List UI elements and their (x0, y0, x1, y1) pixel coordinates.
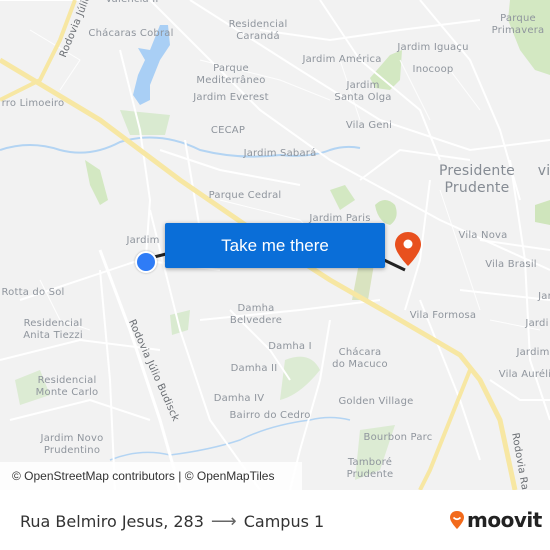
place-label: rro Limoeiro (1, 98, 65, 109)
place-label: Chácara do Macuco (332, 347, 388, 370)
highway (0, 57, 518, 490)
place-label: CECAP (210, 125, 246, 136)
park-area (120, 110, 170, 135)
map-attribution[interactable]: © OpenStreetMap contributors | © OpenMap… (0, 462, 302, 490)
origin-marker[interactable] (135, 251, 157, 273)
place-label: Jar (538, 291, 550, 302)
place-label: Damha II (230, 363, 278, 374)
moovit-logo[interactable]: moovit (449, 508, 542, 532)
place-label: vi (537, 163, 550, 179)
place-label: Jardi (525, 318, 549, 329)
moovit-pin-icon (450, 511, 464, 529)
take-me-there-button[interactable]: Take me there (165, 223, 385, 268)
park-area (535, 200, 550, 225)
place-label: Tamboré Prudente (346, 457, 394, 480)
arrow-right-icon: ⟶ (210, 511, 237, 532)
place-label: Vila Geni (345, 120, 393, 131)
place-label: Chácaras Cobral (88, 28, 174, 39)
place-label: Vila Brasil (485, 259, 537, 270)
destination-name: Campus 1 (243, 512, 325, 531)
place-label: Bairro do Cedro (229, 410, 311, 421)
place-label: Vila Auréli (498, 369, 550, 380)
place-label: Jardim Iguaçu (397, 42, 469, 53)
place-label: Damha I (268, 341, 312, 352)
park-area (330, 185, 355, 210)
place-label: Jardim Sabará (243, 148, 317, 159)
origin-name: Rua Belmiro Jesus, 283 (20, 512, 204, 531)
highway (418, 369, 472, 490)
place-label: Parque Cedral (208, 190, 282, 201)
place-label: Jardim Novo Prudentino (40, 433, 104, 456)
city-label: Presidente Prudente (439, 163, 515, 196)
place-label: Parque Primavera (491, 13, 545, 36)
park-area (85, 160, 108, 205)
place-label: Jardim América (302, 54, 382, 65)
place-label: Inocoop (412, 64, 454, 75)
park-area (375, 200, 397, 225)
place-label: Residencial Carandá (228, 19, 288, 42)
place-label: Residencial Monte Carlo (35, 375, 99, 398)
attribution-text[interactable]: © OpenStreetMap contributors | © OpenMap… (12, 469, 274, 483)
place-label: Valência II (105, 0, 158, 6)
place-label: Vila Formosa (409, 310, 477, 321)
place-label: Damha IV (213, 393, 265, 404)
place-label: Damha Belvedere (229, 303, 283, 326)
park-area (280, 356, 320, 400)
place-label: Bourbon Parc (363, 432, 433, 443)
place-label: Jardim Santa Olga (334, 80, 392, 103)
park-area (508, 0, 550, 75)
brand-name: moovit (467, 508, 542, 532)
place-label: Rotta do Sol (1, 287, 65, 298)
place-label: Jardim Everest (193, 92, 269, 103)
place-label: Vila Nova (458, 230, 508, 241)
river (109, 416, 351, 461)
route-summary: Rua Belmiro Jesus, 283 ⟶ Campus 1 (20, 511, 324, 532)
place-label: Residencial Anita Tiezzi (23, 318, 83, 341)
destination-pin-icon[interactable] (394, 231, 422, 267)
map[interactable]: Valência II Chácaras Cobral Residencial … (0, 0, 550, 490)
place-label: Jardim (126, 235, 160, 246)
place-label: Jardim (516, 347, 550, 358)
place-label: Golden Village (338, 396, 414, 407)
place-label: Parque Mediterrâneo (196, 63, 266, 86)
